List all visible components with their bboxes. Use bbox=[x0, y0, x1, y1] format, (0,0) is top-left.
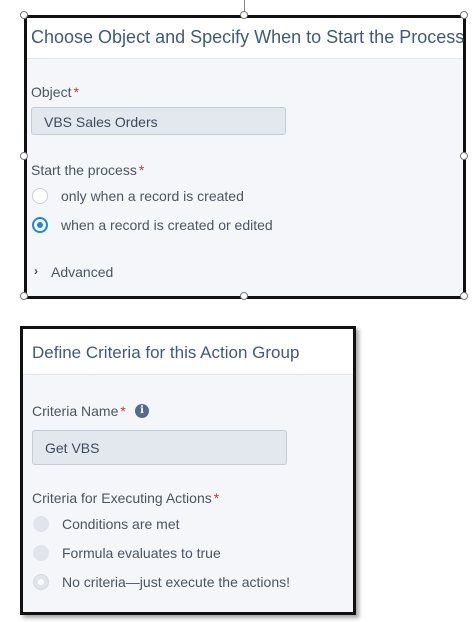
panel-title: Define Criteria for this Action Group bbox=[32, 343, 300, 362]
radio-formula-true[interactable] bbox=[33, 545, 49, 561]
executing-criteria-label-text: Criteria for Executing Actions bbox=[32, 490, 212, 506]
option-conditions-met-label: Conditions are met bbox=[62, 516, 180, 532]
radio-created-or-edited[interactable] bbox=[32, 217, 48, 233]
resize-handle-bottom-left[interactable] bbox=[20, 292, 28, 300]
criteria-panel: Define Criteria for this Action Group Cr… bbox=[20, 326, 356, 615]
start-process-label-text: Start the process bbox=[31, 162, 137, 178]
option-no-criteria-label: No criteria—just execute the actions! bbox=[62, 574, 290, 590]
required-mark: * bbox=[138, 162, 145, 178]
resize-handle-bottom-center[interactable] bbox=[240, 292, 248, 300]
panel-title: Choose Object and Specify When to Start … bbox=[31, 27, 465, 47]
panel-header: Choose Object and Specify When to Start … bbox=[27, 18, 465, 59]
process-start-panel: Choose Object and Specify When to Start … bbox=[24, 15, 466, 299]
criteria-name-field[interactable]: Get VBS bbox=[32, 430, 287, 465]
criteria-name-label: Criteria Name * bbox=[32, 403, 126, 419]
chevron-right-icon[interactable]: › bbox=[34, 264, 38, 278]
panel-header: Define Criteria for this Action Group bbox=[23, 329, 353, 375]
required-mark: * bbox=[120, 403, 126, 419]
option-formula-true-label: Formula evaluates to true bbox=[62, 545, 221, 561]
resize-handle-top-center[interactable] bbox=[240, 11, 248, 19]
object-label: Object * bbox=[31, 84, 79, 100]
resize-handle-middle-left[interactable] bbox=[20, 152, 28, 160]
resize-handle-middle-right[interactable] bbox=[460, 152, 468, 160]
radio-conditions-met[interactable] bbox=[33, 516, 49, 532]
resize-handle-top-right[interactable] bbox=[460, 11, 468, 19]
info-icon[interactable]: i bbox=[135, 404, 149, 418]
executing-criteria-label: Criteria for Executing Actions * bbox=[32, 490, 219, 506]
option-created-or-edited-label: when a record is created or edited bbox=[61, 217, 273, 233]
resize-handle-bottom-right[interactable] bbox=[460, 292, 468, 300]
required-mark: * bbox=[73, 84, 79, 100]
option-created-only-label: only when a record is created bbox=[61, 188, 244, 204]
radio-no-criteria[interactable] bbox=[33, 574, 49, 590]
start-process-label: Start the process * bbox=[31, 162, 144, 178]
object-field[interactable]: VBS Sales Orders bbox=[31, 107, 286, 135]
advanced-toggle[interactable]: Advanced bbox=[51, 264, 113, 280]
criteria-name-label-text: Criteria Name bbox=[32, 403, 119, 419]
object-label-text: Object bbox=[31, 84, 72, 100]
required-mark: * bbox=[213, 490, 220, 506]
radio-created-only[interactable] bbox=[32, 188, 48, 204]
resize-handle-top-left[interactable] bbox=[20, 11, 28, 19]
